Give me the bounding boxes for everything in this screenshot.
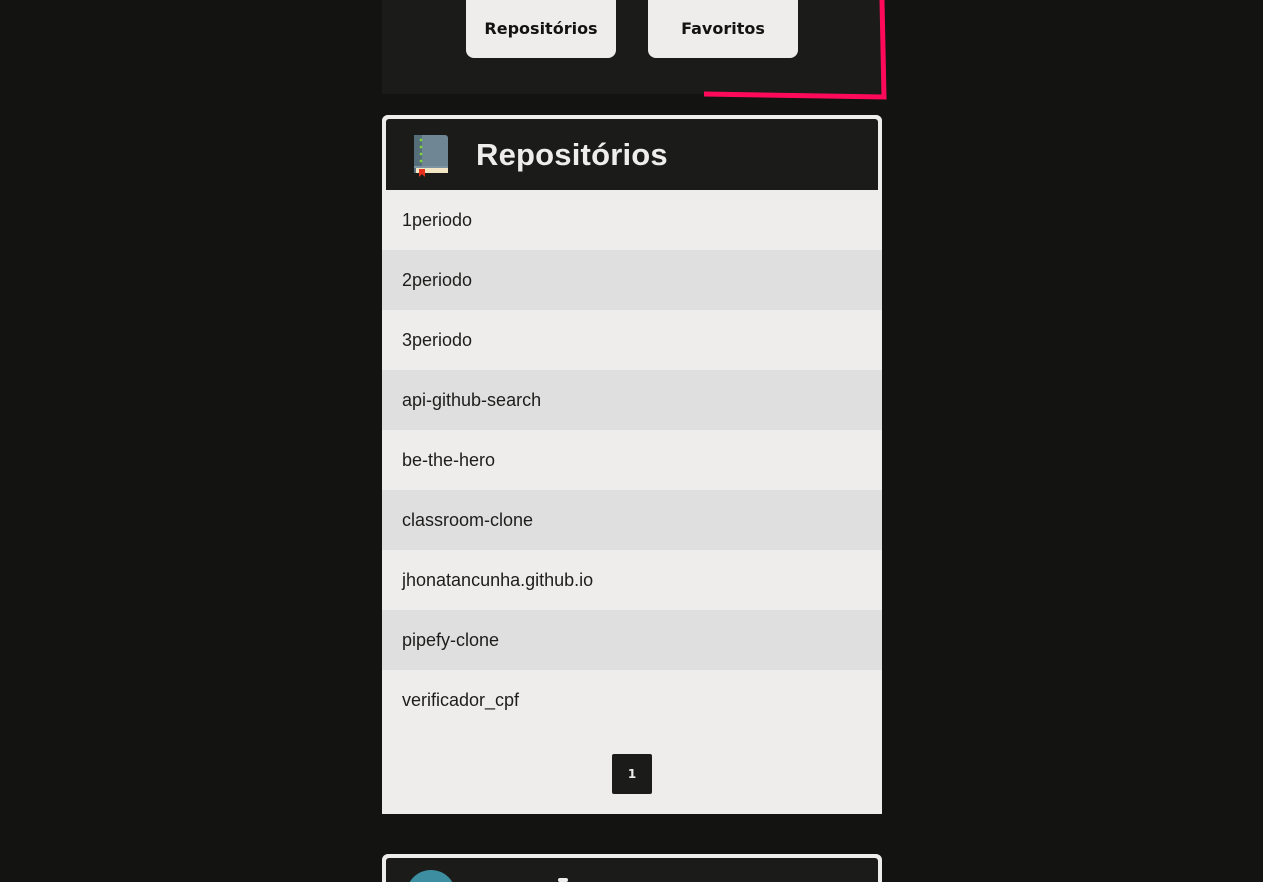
book-icon [414,134,448,177]
accent-border [703,0,887,100]
repository-item[interactable]: 1periodo [382,190,882,250]
repository-item[interactable]: jhonatancunha.github.io [382,550,882,610]
repositories-card: Repositórios 1periodo 2periodo 3periodo … [382,115,882,814]
repository-list: 1periodo 2periodo 3periodo api-github-se… [382,190,882,730]
avatar [406,870,456,882]
repositories-nav-button[interactable]: Repositórios [466,0,616,58]
title-stub [558,878,568,882]
pagination: 1 [382,754,882,794]
repository-item[interactable]: be-the-hero [382,430,882,490]
page: Repositórios Favoritos Repositórios 1per… [0,0,1263,882]
repositories-title: Repositórios [476,136,668,172]
repository-item[interactable]: api-github-search [382,370,882,430]
page-button-1[interactable]: 1 [612,754,652,794]
repositories-header: Repositórios [382,115,882,190]
repository-item[interactable]: 2periodo [382,250,882,310]
repository-item[interactable]: pipefy-clone [382,610,882,670]
favorites-card [382,854,882,882]
repository-item[interactable]: verificador_cpf [382,670,882,730]
repository-item[interactable]: classroom-clone [382,490,882,550]
favorites-nav-button[interactable]: Favoritos [648,0,798,58]
repository-item[interactable]: 3periodo [382,310,882,370]
